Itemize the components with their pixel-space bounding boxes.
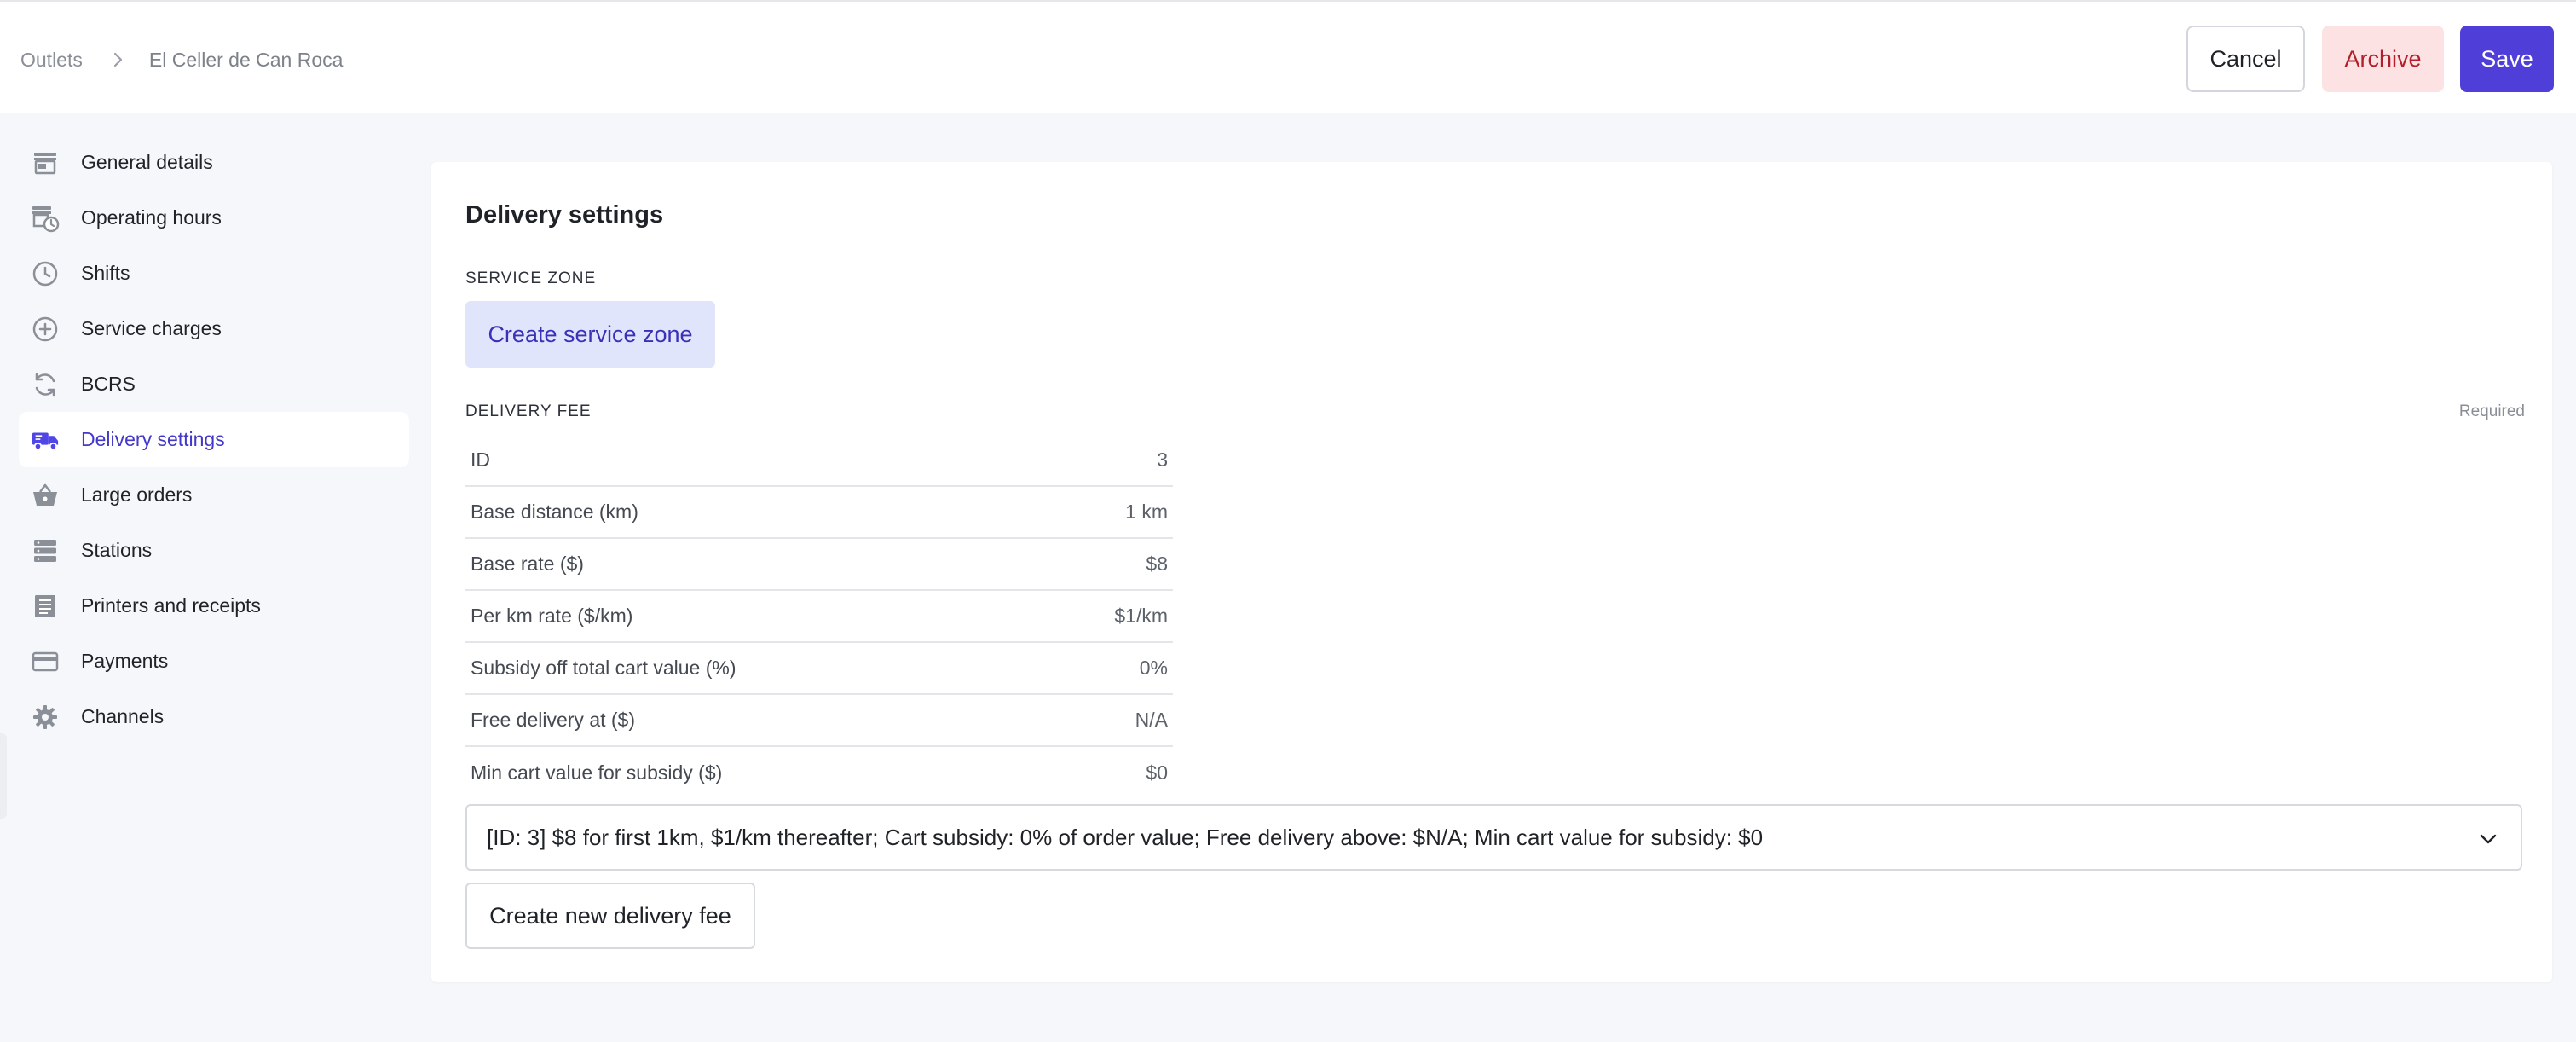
row-value: $1/km bbox=[1114, 605, 1168, 627]
create-new-delivery-fee-button[interactable]: Create new delivery fee bbox=[465, 883, 755, 949]
create-service-zone-button[interactable]: Create service zone bbox=[465, 301, 715, 368]
row-value: 0% bbox=[1139, 657, 1168, 679]
sidebar-nav: General details Operating hours Shifts S… bbox=[19, 135, 409, 744]
cancel-button[interactable]: Cancel bbox=[2186, 26, 2305, 92]
sidebar-item-delivery-settings[interactable]: Delivery settings bbox=[19, 412, 409, 467]
sidebar-item-label: Delivery settings bbox=[81, 428, 225, 450]
edge-handle bbox=[0, 733, 7, 819]
delivery-fee-label: DELIVERY FEE bbox=[465, 402, 592, 420]
sidebar-item-payments[interactable]: Payments bbox=[19, 634, 409, 689]
sidebar-item-label: Service charges bbox=[81, 317, 222, 339]
sidebar-item-stations[interactable]: Stations bbox=[19, 523, 409, 578]
delivery-fee-select[interactable]: [ID: 3] $8 for first 1km, $1/km thereaft… bbox=[465, 804, 2522, 871]
sidebar-item-channels[interactable]: Channels bbox=[19, 689, 409, 744]
chevron-down-icon bbox=[2478, 829, 2498, 849]
delivery-fee-table: ID 3 Base distance (km) 1 km Base rate (… bbox=[465, 435, 1173, 799]
row-key: Per km rate ($/km) bbox=[471, 605, 633, 627]
storefront-icon bbox=[31, 148, 60, 177]
sidebar-item-label: General details bbox=[81, 151, 213, 173]
row-key: ID bbox=[471, 449, 490, 471]
save-button[interactable]: Save bbox=[2460, 26, 2554, 92]
basket-icon bbox=[31, 481, 60, 510]
row-key: Subsidy off total cart value (%) bbox=[471, 657, 736, 679]
sidebar-item-label: Stations bbox=[81, 539, 153, 561]
sidebar-item-service-charges[interactable]: Service charges bbox=[19, 301, 409, 356]
table-row: Subsidy off total cart value (%) 0% bbox=[465, 643, 1173, 695]
archive-button[interactable]: Archive bbox=[2322, 26, 2444, 92]
row-key: Base rate ($) bbox=[471, 553, 584, 575]
row-key: Base distance (km) bbox=[471, 501, 638, 523]
table-row: Free delivery at ($) N/A bbox=[465, 695, 1173, 747]
sidebar-item-label: Printers and receipts bbox=[81, 594, 261, 617]
table-row: Min cart value for subsidy ($) $0 bbox=[465, 747, 1173, 799]
gear-icon bbox=[31, 703, 60, 732]
table-row: Base distance (km) 1 km bbox=[465, 487, 1173, 539]
credit-card-icon bbox=[31, 647, 60, 676]
page-title: Delivery settings bbox=[465, 201, 664, 229]
sidebar-item-shifts[interactable]: Shifts bbox=[19, 246, 409, 301]
row-key: Min cart value for subsidy ($) bbox=[471, 761, 723, 784]
store-clock-icon bbox=[31, 204, 60, 233]
delivery-settings-card: Delivery settings SERVICE ZONE Create se… bbox=[431, 162, 2552, 982]
row-value: $8 bbox=[1146, 553, 1168, 575]
top-header: Outlets El Celler de Can Roca Cancel Arc… bbox=[0, 0, 2576, 113]
truck-icon bbox=[31, 425, 60, 454]
table-row: Per km rate ($/km) $1/km bbox=[465, 591, 1173, 643]
plus-circle-icon bbox=[31, 315, 60, 344]
breadcrumb-outlets-link[interactable]: Outlets bbox=[20, 49, 83, 72]
sidebar-item-label: Large orders bbox=[81, 483, 193, 506]
sidebar-item-large-orders[interactable]: Large orders bbox=[19, 467, 409, 523]
delivery-fee-select-value: [ID: 3] $8 for first 1km, $1/km thereaft… bbox=[487, 824, 1764, 850]
row-value: $0 bbox=[1146, 761, 1168, 784]
row-value: 1 km bbox=[1125, 501, 1168, 523]
sidebar-item-printers-and-receipts[interactable]: Printers and receipts bbox=[19, 578, 409, 634]
sidebar-item-label: Channels bbox=[81, 705, 165, 727]
required-indicator: Required bbox=[2458, 402, 2525, 420]
row-key: Free delivery at ($) bbox=[471, 709, 636, 731]
sidebar-item-label: Shifts bbox=[81, 262, 130, 284]
server-icon bbox=[31, 536, 60, 565]
sidebar-item-label: Payments bbox=[81, 650, 169, 672]
table-row: Base rate ($) $8 bbox=[465, 539, 1173, 591]
breadcrumb: Outlets El Celler de Can Roca bbox=[20, 44, 343, 75]
refresh-icon bbox=[31, 370, 60, 399]
sidebar-item-general-details[interactable]: General details bbox=[19, 135, 409, 190]
chevron-right-icon bbox=[108, 50, 127, 69]
service-zone-label: SERVICE ZONE bbox=[465, 269, 597, 287]
sidebar-item-operating-hours[interactable]: Operating hours bbox=[19, 190, 409, 246]
row-value: N/A bbox=[1135, 709, 1168, 731]
breadcrumb-current: El Celler de Can Roca bbox=[148, 48, 344, 71]
sidebar-item-label: BCRS bbox=[81, 373, 136, 395]
clock-icon bbox=[31, 259, 60, 288]
sidebar-item-bcrs[interactable]: BCRS bbox=[19, 356, 409, 412]
receipt-icon bbox=[31, 592, 60, 621]
table-row: ID 3 bbox=[465, 435, 1173, 487]
row-value: 3 bbox=[1157, 449, 1168, 471]
sidebar-item-label: Operating hours bbox=[81, 206, 222, 229]
